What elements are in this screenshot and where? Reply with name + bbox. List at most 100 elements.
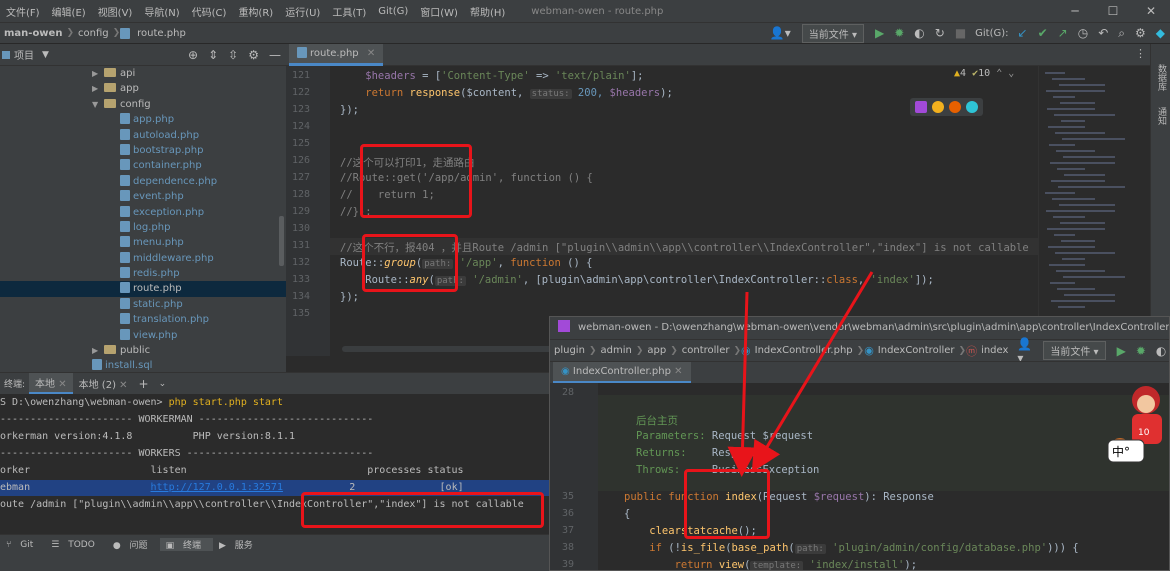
history-icon[interactable]: ◷ xyxy=(1073,26,1093,40)
breadcrumb[interactable]: app xyxy=(643,345,670,356)
run-icon[interactable]: ▶ xyxy=(870,26,889,40)
git-push-icon[interactable]: ↗ xyxy=(1053,26,1073,40)
phpstorm-icon[interactable] xyxy=(915,101,927,113)
problems-tool-button[interactable]: ● 问题 xyxy=(107,538,160,551)
settings-icon[interactable]: ⚙ xyxy=(1130,26,1151,40)
breadcrumb[interactable]: IndexController xyxy=(874,345,959,356)
collapse-all-icon[interactable]: ⇳ xyxy=(223,48,243,62)
close-tab-icon[interactable]: ✕ xyxy=(58,379,66,390)
menu-code[interactable]: 代码(C) xyxy=(186,4,233,19)
tree-item[interactable]: bootstrap.php xyxy=(0,143,286,158)
menu-refactor[interactable]: 重构(R) xyxy=(232,4,279,19)
tree-item[interactable]: middleware.php xyxy=(0,251,286,266)
edge-icon[interactable] xyxy=(966,101,978,113)
tab-indexcontroller-php[interactable]: ◉ IndexController.php ✕ xyxy=(553,362,691,384)
git-update-icon[interactable]: ↙ xyxy=(1013,26,1033,40)
chevron-down-icon[interactable]: ⌄ xyxy=(154,379,172,389)
notifications-tool-tab[interactable]: 通知 xyxy=(1155,107,1168,125)
breadcrumb[interactable]: controller xyxy=(678,345,734,356)
gear-icon[interactable]: ⚙ xyxy=(243,48,264,62)
tree-item[interactable]: ▶ api xyxy=(0,66,286,81)
tree-item[interactable]: static.php xyxy=(0,297,286,312)
search-icon[interactable]: ⌕ xyxy=(1113,26,1130,41)
tree-item[interactable]: container.php xyxy=(0,158,286,173)
chrome-icon[interactable] xyxy=(932,101,944,113)
todo-tool-button[interactable]: ☰ TODO xyxy=(45,540,107,550)
menu-tools[interactable]: 工具(T) xyxy=(326,4,372,19)
close-tab-icon[interactable]: ✕ xyxy=(367,48,375,59)
chevron-right-icon[interactable]: ▶ xyxy=(92,81,104,96)
tree-item[interactable]: event.php xyxy=(0,189,286,204)
tree-item[interactable]: redis.php xyxy=(0,266,286,281)
run-config-select[interactable]: 当前文件 ▾ xyxy=(1043,341,1106,360)
tree-item[interactable]: exception.php xyxy=(0,205,286,220)
project-panel-title[interactable]: 项目 xyxy=(14,47,34,62)
chevron-right-icon[interactable]: ▶ xyxy=(92,343,104,358)
chevron-down-icon[interactable]: ▼ xyxy=(92,97,104,112)
firefox-icon[interactable] xyxy=(949,101,961,113)
terminal-link[interactable]: http://127.0.0.1:32571 xyxy=(151,482,283,493)
terminal-tool-button[interactable]: ▣ 终端 xyxy=(159,538,213,551)
chevron-right-icon[interactable]: ▶ xyxy=(92,66,104,81)
profile-icon[interactable]: ↻ xyxy=(930,26,950,40)
tab-route-php[interactable]: route.php ✕ xyxy=(289,44,384,66)
tree-item[interactable]: install.sql xyxy=(0,358,286,372)
breadcrumb[interactable]: index xyxy=(977,345,1012,356)
project-scrollbar[interactable] xyxy=(279,216,284,266)
tree-item[interactable]: app.php xyxy=(0,112,286,127)
breadcrumb-file[interactable]: route.php xyxy=(133,28,190,39)
coverage-icon[interactable]: ◐ xyxy=(909,26,929,40)
breadcrumb[interactable]: plugin xyxy=(550,345,589,356)
expand-all-icon[interactable]: ⇕ xyxy=(203,48,223,62)
tree-item[interactable]: autoload.php xyxy=(0,128,286,143)
breadcrumb-folder[interactable]: config xyxy=(74,28,113,39)
breadcrumb[interactable]: admin xyxy=(596,345,635,356)
chevron-down-icon[interactable]: ▼ xyxy=(42,50,49,60)
services-tool-button[interactable]: ▶ 服务 xyxy=(213,538,265,551)
rollback-icon[interactable]: ↶ xyxy=(1093,26,1113,40)
plugin-icon[interactable]: ◆ xyxy=(1151,26,1170,40)
locate-icon[interactable]: ⊕ xyxy=(183,48,203,62)
menu-navigate[interactable]: 导航(N) xyxy=(138,4,185,19)
tree-item[interactable]: view.php xyxy=(0,328,286,343)
user-icon[interactable]: 👤▾ xyxy=(765,26,796,40)
terminal-tab-local-2[interactable]: 本地 (2) ✕ xyxy=(73,374,134,393)
hide-icon[interactable]: — xyxy=(264,48,286,62)
minimize-icon[interactable]: ─ xyxy=(1056,0,1094,22)
minimap[interactable] xyxy=(1038,66,1150,356)
close-icon[interactable]: ✕ xyxy=(1132,0,1170,22)
database-tool-tab[interactable]: 数据库 xyxy=(1155,64,1168,91)
breadcrumb-project[interactable]: man-owen xyxy=(0,28,66,39)
add-tab-icon[interactable]: + xyxy=(134,377,154,391)
tree-item[interactable]: dependence.php xyxy=(0,174,286,189)
git-commit-icon[interactable]: ✔ xyxy=(1033,26,1053,40)
menu-run[interactable]: 运行(U) xyxy=(279,4,326,19)
menu-edit[interactable]: 编辑(E) xyxy=(46,4,92,19)
stop-icon[interactable]: ■ xyxy=(950,26,971,40)
close-tab-icon[interactable]: ✕ xyxy=(674,366,682,377)
tree-item[interactable]: translation.php xyxy=(0,312,286,327)
menu-help[interactable]: 帮助(H) xyxy=(464,4,511,19)
terminal-tab-local[interactable]: 本地 ✕ xyxy=(29,373,73,394)
debug-icon[interactable]: ✹ xyxy=(1131,344,1151,358)
menu-file[interactable]: 文件(F) xyxy=(0,4,46,19)
coverage-icon[interactable]: ◐ xyxy=(1151,344,1169,358)
git-tool-button[interactable]: ⑂ Git xyxy=(0,540,45,550)
tree-item[interactable]: menu.php xyxy=(0,235,286,250)
run-config-select[interactable]: 当前文件 ▾ xyxy=(801,23,864,43)
tree-item[interactable]: ▶ public xyxy=(0,343,286,358)
close-tab-icon[interactable]: ✕ xyxy=(119,380,127,391)
tree-item[interactable]: ▶ app xyxy=(0,81,286,96)
tree-item[interactable]: ▼ config xyxy=(0,97,286,112)
maximize-icon[interactable]: ☐ xyxy=(1094,0,1132,22)
debug-icon[interactable]: ✹ xyxy=(889,26,909,40)
menu-view[interactable]: 视图(V) xyxy=(92,4,139,19)
tree-item[interactable]: log.php xyxy=(0,220,286,235)
more-icon[interactable]: ⋮ xyxy=(1135,47,1146,60)
run-icon[interactable]: ▶ xyxy=(1112,344,1131,358)
tree-item[interactable]: route.php xyxy=(0,281,286,297)
menu-window[interactable]: 窗口(W) xyxy=(414,4,464,19)
menu-git[interactable]: Git(G) xyxy=(372,6,414,17)
inspection-widget[interactable]: ▲4 ✔10 ⌃ ⌄ xyxy=(954,68,1014,79)
breadcrumb[interactable]: IndexController.php xyxy=(751,345,857,356)
